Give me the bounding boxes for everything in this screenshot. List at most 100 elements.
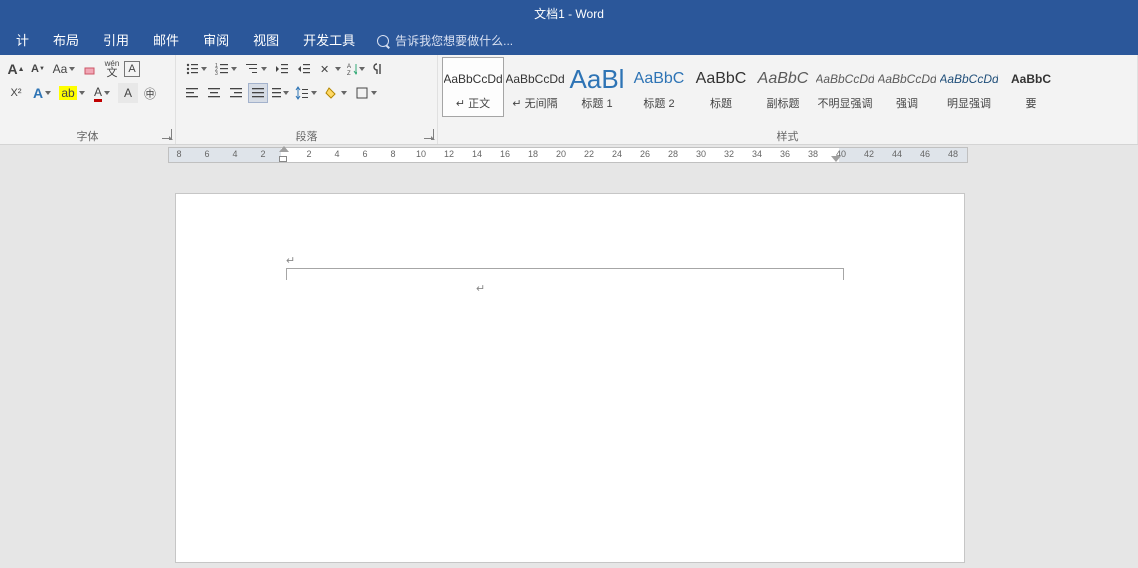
ruler-tick: 28 xyxy=(668,149,678,159)
ruler-tick: 4 xyxy=(334,149,339,159)
ribbon: A▲ A▼ Aa wén文 A X² A ab A A ㊥ 字体 xyxy=(0,55,1138,145)
enclose-char-button[interactable]: ㊥ xyxy=(140,83,160,103)
superscript-button[interactable]: X² xyxy=(6,83,26,103)
ribbon-tabs: 计 布局 引用 邮件 审阅 视图 开发工具 告诉我您想要做什么... xyxy=(0,27,1138,55)
tab-developer[interactable]: 开发工具 xyxy=(291,25,367,55)
group-font: A▲ A▼ Aa wén文 A X² A ab A A ㊥ 字体 xyxy=(0,55,176,144)
align-right-button[interactable] xyxy=(226,83,246,103)
svg-text:3: 3 xyxy=(215,71,218,76)
ruler-tick: 22 xyxy=(584,149,594,159)
tab-review[interactable]: 审阅 xyxy=(191,25,241,55)
style-preview: AaBbCcDd xyxy=(506,63,564,95)
tab-references[interactable]: 引用 xyxy=(91,25,141,55)
decrease-indent-button[interactable] xyxy=(272,59,292,79)
style-preview: AaBbC xyxy=(1002,63,1060,95)
style-不明显强调[interactable]: AaBbCcDd不明显强调 xyxy=(814,57,876,117)
char-border-button[interactable]: A xyxy=(124,61,140,77)
svg-text:Z: Z xyxy=(347,71,351,76)
style-标题1[interactable]: AaBl标题 1 xyxy=(566,57,628,117)
style-label: 副标题 xyxy=(767,95,800,111)
ruler-tick: 26 xyxy=(640,149,650,159)
style-preview: AaBbCcDd xyxy=(816,63,874,95)
style-preview: AaBl xyxy=(568,63,626,95)
style-强调[interactable]: AaBbCcDd强调 xyxy=(876,57,938,117)
increase-indent-button[interactable] xyxy=(294,59,314,79)
style-label: 标题 1 xyxy=(581,95,612,111)
first-line-indent-marker[interactable] xyxy=(279,146,289,152)
group-styles: AaBbCcDd↵ 正文AaBbCcDd↵ 无间隔AaBl标题 1AaBbC标题… xyxy=(438,55,1138,144)
grow-font-button[interactable]: A▲ xyxy=(6,59,26,79)
tab-layout[interactable]: 布局 xyxy=(41,25,91,55)
horizontal-line-shape[interactable] xyxy=(286,268,844,269)
style-preview: AaBbC xyxy=(692,63,750,95)
style-label: ↵ 无间隔 xyxy=(512,95,557,111)
text-effects-button[interactable]: A xyxy=(28,83,56,103)
style-preview: AaBbC xyxy=(754,63,812,95)
ruler-tick: 14 xyxy=(472,149,482,159)
ruler-tick: 38 xyxy=(808,149,818,159)
style-preview: AaBbCcDd xyxy=(444,63,502,95)
char-shading-button[interactable]: A xyxy=(118,83,138,103)
change-case-button[interactable]: Aa xyxy=(50,59,78,79)
style-label: 标题 2 xyxy=(643,95,674,111)
page[interactable]: ↵ ↵ xyxy=(175,193,965,563)
tab-mailings[interactable]: 邮件 xyxy=(141,25,191,55)
align-justify-button[interactable] xyxy=(248,83,268,103)
asian-layout-button[interactable]: ✕ xyxy=(316,59,344,79)
lightbulb-icon xyxy=(377,35,389,47)
borders-button[interactable] xyxy=(352,83,380,103)
style-副标题[interactable]: AaBbC副标题 xyxy=(752,57,814,117)
group-paragraph: 123 ✕ AZ xyxy=(176,55,438,144)
style-标题2[interactable]: AaBbC标题 2 xyxy=(628,57,690,117)
ruler-tick: 2 xyxy=(260,149,265,159)
paragraph-mark-icon: ↵ xyxy=(286,254,844,267)
sort-button[interactable]: AZ xyxy=(346,59,366,79)
clear-format-button[interactable] xyxy=(80,59,100,79)
multilevel-list-button[interactable] xyxy=(242,59,270,79)
style-label: 不明显强调 xyxy=(818,95,873,111)
style-label: 明显强调 xyxy=(947,95,991,111)
line-spacing-button[interactable] xyxy=(292,83,320,103)
ruler-tick: 12 xyxy=(444,149,454,159)
right-indent-marker[interactable] xyxy=(831,156,841,162)
style-preview: AaBbCcDd xyxy=(940,63,998,95)
style-明显强调[interactable]: AaBbCcDd明显强调 xyxy=(938,57,1000,117)
page-content[interactable]: ↵ ↵ xyxy=(286,254,844,272)
ruler-tick: 34 xyxy=(752,149,762,159)
hanging-indent-marker[interactable] xyxy=(279,156,287,162)
highlight-button[interactable]: ab xyxy=(58,83,86,103)
style-要[interactable]: AaBbC要 xyxy=(1000,57,1062,117)
align-center-button[interactable] xyxy=(204,83,224,103)
bullets-button[interactable] xyxy=(182,59,210,79)
ruler-tick: 24 xyxy=(612,149,622,159)
ruler-tick: 48 xyxy=(948,149,958,159)
distributed-button[interactable] xyxy=(270,83,290,103)
phonetic-guide-button[interactable]: wén文 xyxy=(102,59,122,79)
tell-me[interactable]: 告诉我您想要做什么... xyxy=(367,27,523,55)
paragraph-dialog-launcher[interactable] xyxy=(424,129,434,139)
window-title: 文档1 - Word xyxy=(534,5,604,22)
tell-me-label: 告诉我您想要做什么... xyxy=(395,32,513,49)
ruler-tick: 32 xyxy=(724,149,734,159)
ruler-tick: 8 xyxy=(390,149,395,159)
style-label: 要 xyxy=(1026,95,1037,111)
style-↵正文[interactable]: AaBbCcDd↵ 正文 xyxy=(442,57,504,117)
svg-text:A: A xyxy=(347,64,351,70)
horizontal-ruler[interactable]: 8642246810121416182022242628303234363840… xyxy=(168,147,968,163)
ruler-tick: 20 xyxy=(556,149,566,159)
shading-button[interactable] xyxy=(322,83,350,103)
align-left-button[interactable] xyxy=(182,83,202,103)
style-label: ↵ 正文 xyxy=(456,95,490,111)
tab-view[interactable]: 视图 xyxy=(241,25,291,55)
group-font-label: 字体 xyxy=(0,126,175,144)
style-↵无间隔[interactable]: AaBbCcDd↵ 无间隔 xyxy=(504,57,566,117)
style-preview: AaBbCcDd xyxy=(878,63,936,95)
style-标题[interactable]: AaBbC标题 xyxy=(690,57,752,117)
shrink-font-button[interactable]: A▼ xyxy=(28,59,48,79)
numbering-button[interactable]: 123 xyxy=(212,59,240,79)
font-color-button[interactable]: A xyxy=(88,83,116,103)
ruler-tick: 46 xyxy=(920,149,930,159)
font-dialog-launcher[interactable] xyxy=(162,129,172,139)
tab-design[interactable]: 计 xyxy=(4,25,41,55)
show-marks-button[interactable] xyxy=(368,59,388,79)
